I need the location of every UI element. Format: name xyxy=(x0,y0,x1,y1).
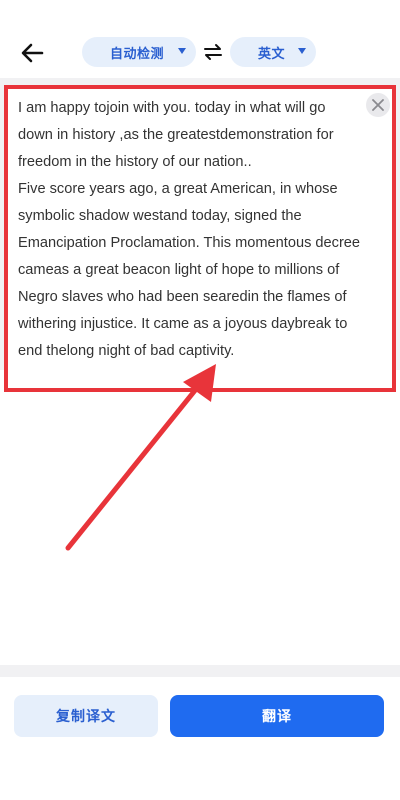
copy-translation-button[interactable]: 复制译文 xyxy=(14,695,158,737)
caret-down-icon xyxy=(178,48,186,54)
close-icon xyxy=(372,99,384,111)
source-paragraph: Five score years ago, a great American, … xyxy=(18,181,361,359)
translate-button[interactable]: 翻译 xyxy=(170,695,384,737)
source-text: I am happy tojoin with you. today in wha… xyxy=(18,95,364,365)
top-bar: 自动检测 英文 xyxy=(0,0,400,78)
translator-screen: 自动检测 英文 I am happy tojoin with you. toda… xyxy=(0,0,400,800)
target-language-select[interactable]: 英文 xyxy=(230,37,316,67)
source-text-area[interactable]: I am happy tojoin with you. today in wha… xyxy=(4,85,396,371)
source-language-select[interactable]: 自动检测 xyxy=(82,37,196,67)
result-area xyxy=(0,392,400,670)
back-button[interactable] xyxy=(18,38,48,68)
source-language-label: 自动检测 xyxy=(110,45,165,61)
divider xyxy=(0,665,400,677)
clear-input-button[interactable] xyxy=(366,93,390,117)
swap-icon xyxy=(204,44,222,60)
target-language-label: 英文 xyxy=(258,45,286,61)
source-paragraph: I am happy tojoin with you. today in wha… xyxy=(18,100,334,170)
swap-languages-button[interactable] xyxy=(202,41,224,63)
caret-down-icon xyxy=(298,48,306,54)
back-arrow-icon xyxy=(21,43,44,63)
